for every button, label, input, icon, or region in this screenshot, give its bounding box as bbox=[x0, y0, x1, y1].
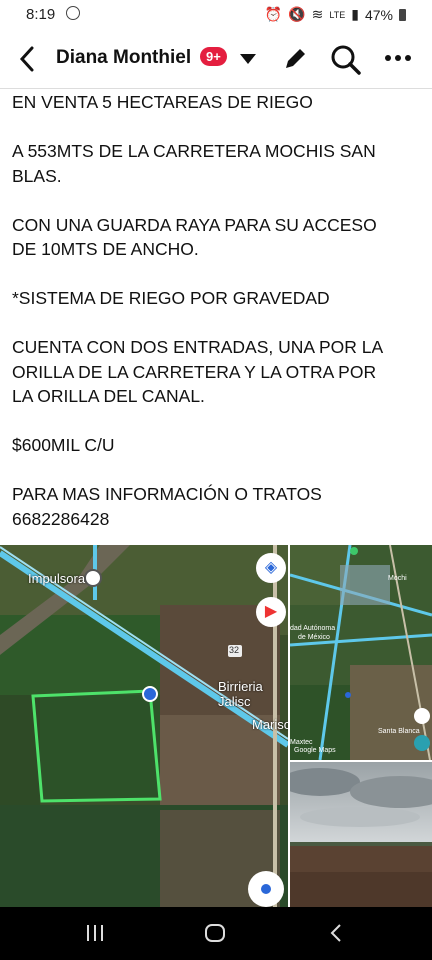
whatsapp-icon bbox=[66, 6, 80, 20]
edit-pencil-icon[interactable] bbox=[280, 44, 310, 74]
post-line: EN VENTA 5 HECTAREAS DE RIEGO bbox=[12, 92, 313, 112]
compass-icon[interactable] bbox=[414, 735, 430, 751]
location-dot bbox=[261, 884, 271, 894]
post-line: $600MIL C/U bbox=[12, 435, 115, 455]
back-nav-icon[interactable] bbox=[328, 923, 344, 943]
post-line: BLAS. bbox=[12, 165, 62, 186]
map-label-maxtec: Maxtec bbox=[290, 739, 313, 746]
signal-bars-icon: ▮ bbox=[351, 6, 359, 22]
home-icon[interactable] bbox=[204, 923, 226, 943]
profile-name[interactable]: Diana Monthiel bbox=[56, 47, 191, 69]
satellite-map-main[interactable]: Impulsora 32 Birrieria Jalisc Mariso ◈ ▶ bbox=[0, 545, 288, 907]
post-line: CUENTA CON DOS ENTRADAS, UNA POR LA bbox=[12, 337, 384, 357]
map-label-birrieria: Birrieria Jalisc bbox=[218, 679, 263, 709]
recent-apps-icon[interactable] bbox=[84, 923, 106, 943]
system-nav-bar bbox=[0, 907, 432, 960]
location-icon[interactable] bbox=[414, 708, 430, 724]
map-label-impulsora: Impulsora bbox=[28, 571, 86, 586]
post-body: EN VENTA 5 HECTAREAS DE RIEGO A 553MTS D… bbox=[12, 90, 424, 531]
more-options-icon[interactable] bbox=[384, 54, 412, 62]
map-label-road-32: 32 bbox=[229, 645, 240, 655]
post-line: *SISTEMA DE RIEGO POR GRAVEDAD bbox=[12, 288, 330, 308]
layers-icon[interactable]: ◈ bbox=[256, 553, 286, 583]
map-label-google: Google Maps bbox=[294, 747, 336, 754]
back-arrow-icon[interactable] bbox=[16, 44, 40, 74]
search-icon[interactable] bbox=[330, 44, 362, 76]
mute-icon: 🔇 bbox=[288, 6, 306, 22]
post-line: PARA MAS INFORMACIÓN O TRATOS bbox=[12, 484, 322, 504]
map-label-mochis: Mochi bbox=[388, 575, 407, 582]
map-label-universidad: dad Autónoma bbox=[290, 625, 336, 632]
post-line: LA ORILLA DEL CANAL. bbox=[12, 386, 205, 406]
map-label-mariscos: Mariso bbox=[252, 717, 288, 732]
post-line: A 553MTS DE LA CARRETERA MOCHIS SAN bbox=[12, 141, 376, 161]
field-photo[interactable] bbox=[290, 762, 432, 907]
phone-number[interactable]: 6682286428 bbox=[12, 507, 424, 532]
signal-label: LTE bbox=[329, 9, 346, 20]
compass-icon[interactable]: ▶ bbox=[256, 597, 286, 627]
map-label-santa-blanca: Santa Blanca bbox=[378, 728, 420, 735]
battery-percent: 47% bbox=[364, 6, 393, 23]
post-line: ORILLA DE LA CARRETERA Y LA OTRA POR bbox=[12, 361, 377, 382]
status-icons: ⏰ 🔇 ≋ LTE ▮ 47% bbox=[265, 6, 406, 23]
battery-icon bbox=[399, 8, 406, 21]
app-header: Diana Monthiel 9+ bbox=[0, 30, 432, 89]
status-time: 8:19 bbox=[26, 6, 56, 23]
satellite-map-small[interactable]: Mochi dad Autónoma de México Maxtec Goog… bbox=[290, 545, 432, 760]
alarm-icon: ⏰ bbox=[264, 6, 283, 22]
map-label-mexico: de México bbox=[298, 634, 330, 641]
post-images[interactable]: Impulsora 32 Birrieria Jalisc Mariso ◈ ▶… bbox=[0, 545, 432, 907]
post-line: DE 10MTS DE ANCHO. bbox=[12, 239, 199, 259]
post-line: CON UNA GUARDA RAYA PARA SU ACCESO bbox=[12, 214, 377, 235]
dropdown-caret-icon[interactable] bbox=[240, 54, 256, 64]
status-bar: 8:19 ⏰ 🔇 ≋ LTE ▮ 47% bbox=[0, 0, 432, 30]
wifi-icon: ≋ bbox=[311, 6, 324, 22]
notification-badge[interactable]: 9+ bbox=[200, 47, 227, 66]
